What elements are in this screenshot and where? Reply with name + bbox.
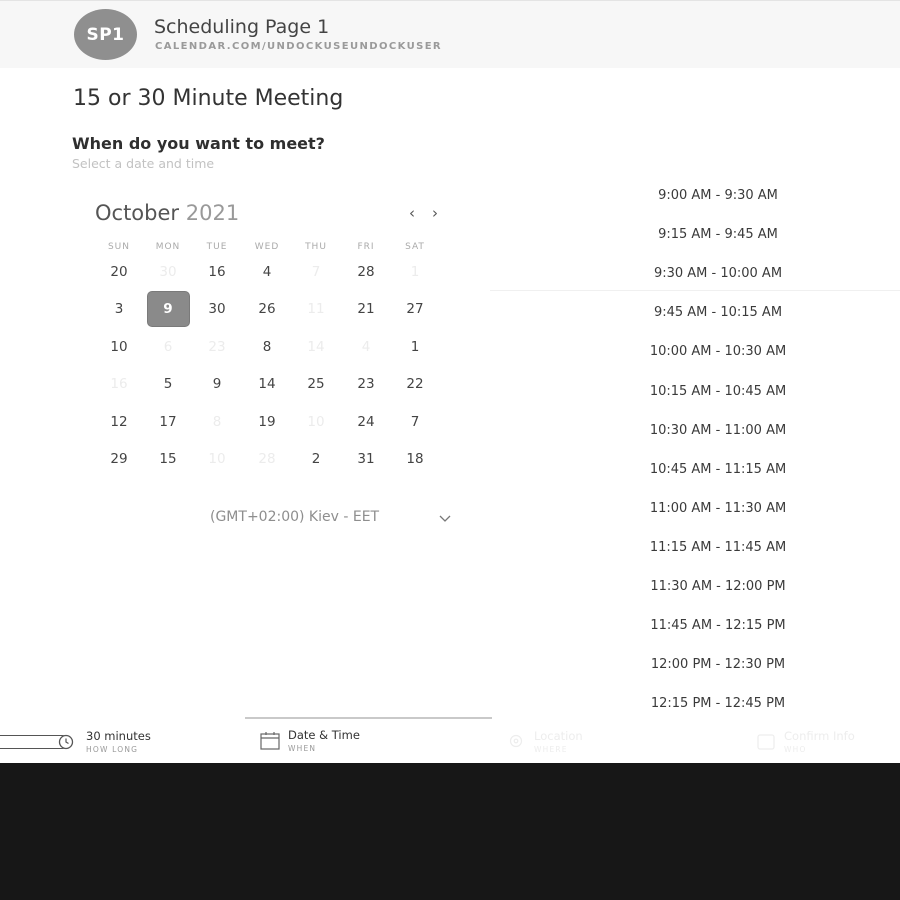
calendar-day[interactable]: 26 [247,292,288,326]
calendar-day[interactable]: 28 [346,255,387,289]
calendar-day: 10 [208,451,226,467]
calendar-day: 7 [311,264,321,280]
page-name: Scheduling Page 1 [154,16,330,38]
calendar-day[interactable]: 27 [395,292,436,326]
calendar-day[interactable]: 8 [247,330,288,364]
calendar-day[interactable]: 22 [395,367,436,401]
step-confirm-label: Confirm Info [784,729,855,743]
calendar-day[interactable]: 18 [395,442,436,476]
calendar-day: 6 [163,338,173,355]
time-slot[interactable]: 11:45 AM - 12:15 PM [630,618,806,633]
step-location[interactable]: Location WHERE [534,729,583,754]
calendar-day: 1 [410,264,420,280]
calendar-day[interactable]: 15 [148,442,189,476]
weekday-label: MON [155,242,181,252]
weekday-label: WED [254,242,280,252]
time-slot[interactable]: 9:15 AM - 9:45 AM [630,227,806,242]
month-name: October [95,201,180,225]
time-slot[interactable]: 9:00 AM - 9:30 AM [630,188,806,203]
step-confirm-sub: WHO [784,745,807,754]
time-slot[interactable]: 11:15 AM - 11:45 AM [630,540,806,555]
calendar-day: 10 [307,413,325,430]
calendar-day[interactable]: 14 [247,367,288,401]
meeting-title: 15 or 30 Minute Meeting [73,86,344,111]
time-slot[interactable]: 10:45 AM - 11:15 AM [630,462,806,477]
time-slot[interactable]: 11:00 AM - 11:30 AM [630,501,806,516]
calendar-day[interactable]: 21 [346,292,387,326]
weekday-label: SAT [405,242,425,252]
time-slot[interactable]: 12:15 PM - 12:45 PM [630,696,806,711]
page-url[interactable]: CALENDAR.COM/UNDOCKUSEUNDOCKUSER [155,41,442,52]
time-slot[interactable]: 9:45 AM - 10:15 AM [630,305,806,320]
user-icon [757,734,775,750]
scheduling-page: SP1 Scheduling Page 1 CALENDAR.COM/UNDOC… [0,0,900,763]
step-duration-label: 30 minutes [86,729,151,743]
calendar-day: 23 [208,338,226,355]
time-slot[interactable]: 10:30 AM - 11:00 AM [630,423,806,438]
step-datetime-sub: WHEN [288,744,317,753]
time-slot[interactable]: 11:30 AM - 12:00 PM [630,579,806,594]
time-slot[interactable]: 12:00 PM - 12:30 PM [630,657,806,672]
calendar-day: 8 [212,413,222,430]
step-confirm[interactable]: Confirm Info WHO [784,729,855,754]
step-location-label: Location [534,729,583,743]
weekday-label: TUE [206,242,228,252]
calendar-day[interactable]: 2 [296,442,337,476]
calendar-day[interactable]: 23 [346,367,387,401]
calendar-day[interactable]: 29 [99,442,140,476]
calendar-day: 4 [361,338,371,355]
calendar-day[interactable]: 10 [99,330,140,364]
weekday-label: THU [305,242,327,252]
calendar-day: 14 [307,338,325,355]
step-duration-sub: HOW LONG [86,745,139,754]
calendar-day[interactable]: 7 [395,405,436,439]
calendar-day-selected[interactable]: 9 [147,292,189,327]
section-question: When do you want to meet? [72,134,325,153]
calendar-day[interactable]: 16 [197,255,238,289]
calendar-day: 11 [307,301,325,318]
calendar-month-title: October 2021 [95,201,239,225]
timezone-select[interactable]: (GMT+02:00) Kiev - EET [210,509,379,525]
calendar-day[interactable]: 24 [346,405,387,439]
step-location-sub: WHERE [534,745,568,754]
step-datetime[interactable]: Date & Time WHEN [288,728,360,753]
calendar-day[interactable]: 20 [99,255,140,289]
calendar-day: 30 [159,264,177,280]
weekday-label: SUN [107,242,131,252]
calendar-day[interactable]: 5 [148,367,189,401]
divider [490,290,900,291]
avatar: SP1 [74,9,137,60]
time-slot[interactable]: 10:15 AM - 10:45 AM [630,384,806,399]
location-pin-icon [509,734,523,748]
chevron-down-icon[interactable] [438,511,452,525]
calendar-day[interactable]: 9 [197,367,238,401]
calendar-day[interactable]: 1 [395,330,436,364]
calendar-day[interactable]: 17 [148,405,189,439]
time-slot[interactable]: 9:30 AM - 10:00 AM [630,266,806,281]
calendar-day[interactable]: 30 [197,292,238,326]
chevron-left-icon[interactable]: ‹ [409,204,415,222]
calendar-day[interactable]: 31 [346,442,387,476]
calendar-day[interactable]: 19 [247,405,288,439]
weekday-label: FRI [357,242,375,252]
calendar-day[interactable]: 12 [99,405,140,439]
slider-icon[interactable] [58,734,74,750]
calendar-day: 16 [110,376,128,393]
page-header: SP1 Scheduling Page 1 CALENDAR.COM/UNDOC… [0,0,900,68]
step-duration[interactable]: 30 minutes HOW LONG [86,729,151,754]
calendar-day[interactable]: 3 [99,292,140,326]
calendar-day[interactable]: 4 [247,255,288,289]
year-label: 2021 [185,201,240,225]
chevron-right-icon[interactable]: › [432,204,438,222]
calendar-day[interactable]: 25 [296,367,337,401]
calendar-icon [260,732,280,750]
active-step-indicator [245,717,492,719]
calendar-day: 28 [258,451,276,467]
section-hint: Select a date and time [72,156,215,171]
step-datetime-label: Date & Time [288,728,360,742]
time-slot[interactable]: 10:00 AM - 10:30 AM [630,344,806,359]
